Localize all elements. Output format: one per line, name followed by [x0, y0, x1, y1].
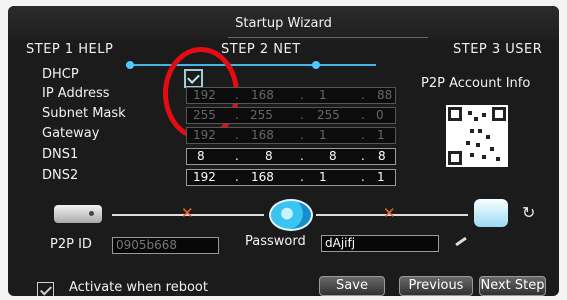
gateway-label: Gateway [42, 126, 100, 141]
network-topology: ✕ ✕ ↻ [54, 199, 540, 231]
startup-wizard-window: Startup Wizard STEP 1 HELP STEP 2 NET ST… [8, 6, 559, 296]
ip-address-field[interactable]: 192. 168. 1. 88 [186, 87, 396, 104]
p2p-id-label: P2P ID [50, 237, 92, 252]
dns2-field[interactable]: 192. 168. 1. 1 [186, 169, 396, 186]
save-button[interactable]: Save [319, 276, 385, 296]
internet-globe-icon [269, 199, 313, 231]
ip-address-label: IP Address [42, 86, 110, 101]
p2p-qr-code [446, 105, 508, 167]
refresh-icon[interactable]: ↻ [522, 203, 535, 222]
p2p-id-field[interactable]: 0905b668 [112, 237, 219, 254]
cloud-connection-x-icon: ✕ [383, 204, 396, 222]
dvr-device-icon [54, 205, 102, 223]
dns1-field[interactable]: 8.8.8.8 [186, 148, 396, 165]
activate-when-reboot-label: Activate when reboot [69, 280, 208, 295]
cloud-icon [474, 199, 508, 227]
window-title: Startup Wizard [235, 16, 332, 31]
edit-pen-icon[interactable] [455, 236, 467, 247]
gateway-field[interactable]: 192. 168. 1. 1 [186, 127, 396, 144]
connection-x-icon: ✕ [181, 204, 194, 222]
password-label: Password [245, 234, 306, 249]
step-2-net[interactable]: STEP 2 NET [221, 42, 301, 57]
step-1-dot [126, 61, 134, 69]
title-bar: Startup Wizard [8, 6, 559, 40]
step-1-help[interactable]: STEP 1 HELP [26, 42, 113, 57]
step-progress [126, 61, 376, 69]
step-2-dot [312, 61, 320, 69]
next-step-button[interactable]: Next Step [479, 276, 546, 296]
activate-when-reboot-checkbox[interactable] [37, 282, 54, 296]
dhcp-label: DHCP [42, 67, 79, 82]
password-field[interactable]: dAjifj [321, 235, 439, 252]
dns1-label: DNS1 [42, 147, 79, 162]
dns2-label: DNS2 [42, 168, 79, 183]
title-divider [228, 37, 428, 38]
subnet-mask-field[interactable]: 255. 255. 255. 0 [186, 107, 396, 124]
p2p-account-info: P2P Account Info [421, 76, 531, 91]
previous-button[interactable]: Previous [399, 276, 473, 296]
subnet-mask-label: Subnet Mask [42, 106, 126, 121]
step-3-user[interactable]: STEP 3 USER [453, 42, 542, 57]
